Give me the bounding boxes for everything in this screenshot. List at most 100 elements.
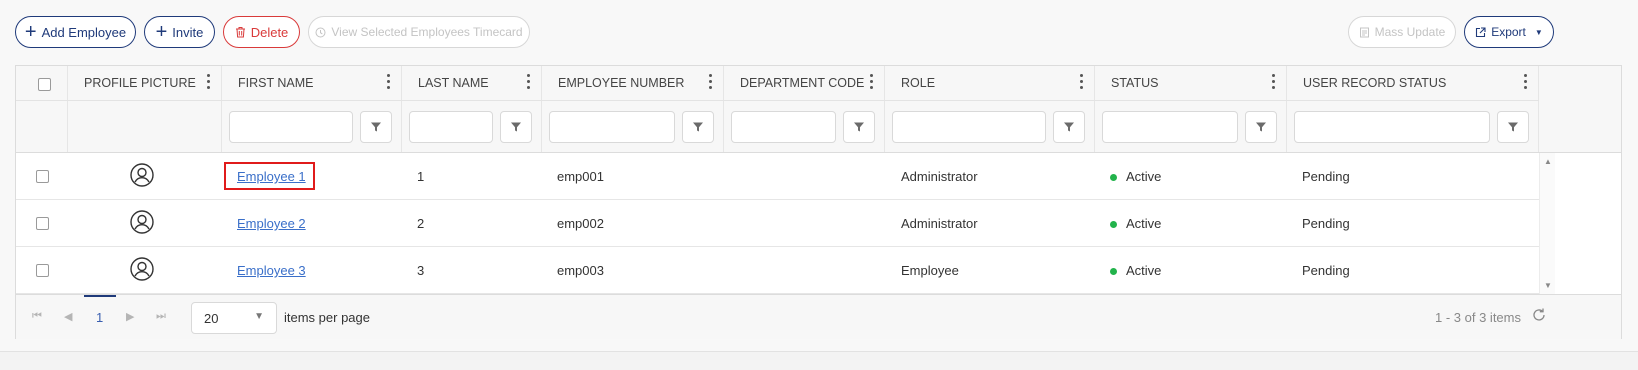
user-avatar-icon <box>130 210 154 234</box>
filter-icon[interactable] <box>1053 111 1085 143</box>
chevron-down-icon: ▼ <box>254 311 264 322</box>
employee-name-link[interactable]: Employee 2 <box>237 216 306 231</box>
last-name-cell: 2 <box>417 216 425 231</box>
mass-update-label: Mass Update <box>1374 25 1446 39</box>
filter-icon[interactable] <box>1245 111 1277 143</box>
filter-input[interactable] <box>409 111 493 143</box>
filter-input[interactable] <box>892 111 1046 143</box>
filter-input[interactable] <box>549 111 675 143</box>
filter-employee-number <box>542 101 724 152</box>
column-menu-icon[interactable] <box>387 74 391 90</box>
status-cell: Active <box>1126 169 1162 184</box>
row-checkbox[interactable] <box>36 170 49 183</box>
scroll-up-icon[interactable]: ▲ <box>1544 157 1552 166</box>
filter-role <box>885 101 1095 152</box>
header-label: FIRST NAME <box>238 76 314 90</box>
filter-input[interactable] <box>731 111 836 143</box>
filter-input[interactable] <box>1102 111 1238 143</box>
status-cell: Active <box>1126 263 1162 278</box>
add-employee-button[interactable]: + Add Employee <box>15 16 136 48</box>
last-name-cell: 3 <box>417 263 425 278</box>
role-cell: Administrator <box>901 169 978 184</box>
filter-last-name <box>402 101 542 152</box>
header-label: LAST NAME <box>418 76 489 90</box>
header-status[interactable]: STATUS <box>1095 66 1287 100</box>
current-page-indicator <box>84 295 116 297</box>
table-row[interactable]: Employee 3 3 emp003 Employee Active Pend… <box>16 247 1539 294</box>
header-label: ROLE <box>901 76 936 90</box>
filter-input[interactable] <box>229 111 353 143</box>
filter-icon[interactable] <box>682 111 714 143</box>
external-link-icon <box>1476 26 1486 37</box>
view-timecard-label: View Selected Employees Timecard <box>331 25 523 39</box>
page-size-select[interactable]: 20 ▼ <box>191 302 277 334</box>
last-page-icon[interactable]: ⏭ <box>156 310 166 323</box>
column-menu-icon[interactable] <box>1272 74 1276 90</box>
employee-panel: + Add Employee + Invite Delete View Sele… <box>0 0 1638 352</box>
first-page-icon[interactable]: ⏮ <box>32 310 42 323</box>
user-record-status-cell: Pending <box>1302 263 1350 278</box>
row-checkbox[interactable] <box>36 264 49 277</box>
header-profile-picture[interactable]: PROFILE PICTURE <box>68 66 222 100</box>
column-menu-icon[interactable] <box>207 74 211 90</box>
previous-page-icon[interactable]: ◀ <box>64 310 72 323</box>
table-row[interactable]: Employee 2 2 emp002 Administrator Active… <box>16 200 1539 247</box>
employee-number-cell: emp002 <box>557 216 604 231</box>
header-label: USER RECORD STATUS <box>1303 76 1447 90</box>
trash-icon <box>235 27 245 38</box>
scroll-down-icon[interactable]: ▼ <box>1544 281 1552 290</box>
filter-user-record-status <box>1287 101 1539 152</box>
column-menu-icon[interactable] <box>870 74 874 90</box>
header-label: DEPARTMENT CODE <box>740 76 865 90</box>
employee-name-link[interactable]: Employee 3 <box>237 263 306 278</box>
chevron-down-icon: ▼ <box>1534 27 1543 37</box>
export-button[interactable]: Export ▼ <box>1464 16 1554 48</box>
invite-button[interactable]: + Invite <box>144 16 215 48</box>
header-last-name[interactable]: LAST NAME <box>402 66 542 100</box>
column-menu-icon[interactable] <box>1080 74 1084 90</box>
select-all-checkbox[interactable] <box>38 78 51 91</box>
header-department-code[interactable]: DEPARTMENT CODE <box>724 66 885 100</box>
filter-icon[interactable] <box>500 111 532 143</box>
column-menu-icon[interactable] <box>527 74 531 90</box>
pager: ⏮ ◀ 1 ▶ ⏭ 20 ▼ items per page 1 - 3 of 3… <box>16 294 1621 339</box>
vertical-scrollbar[interactable]: ▲ ▼ <box>1539 153 1555 294</box>
employee-number-cell: emp003 <box>557 263 604 278</box>
user-record-status-cell: Pending <box>1302 216 1350 231</box>
header-first-name[interactable]: FIRST NAME <box>222 66 402 100</box>
grid-blank-area <box>1555 153 1621 294</box>
selection-highlight-box <box>224 162 315 190</box>
header-user-record-status[interactable]: USER RECORD STATUS <box>1287 66 1539 100</box>
next-page-icon[interactable]: ▶ <box>126 310 134 323</box>
role-cell: Employee <box>901 263 959 278</box>
row-checkbox[interactable] <box>36 217 49 230</box>
header-label: EMPLOYEE NUMBER <box>558 76 685 90</box>
user-avatar-icon <box>130 257 154 281</box>
add-employee-label: Add Employee <box>41 24 127 40</box>
filter-input[interactable] <box>1294 111 1490 143</box>
column-menu-icon[interactable] <box>1524 74 1528 90</box>
header-filler <box>1539 66 1621 153</box>
header-label: STATUS <box>1111 76 1159 90</box>
user-record-status-cell: Pending <box>1302 169 1350 184</box>
refresh-icon[interactable] <box>1531 307 1547 323</box>
page-number-current[interactable]: 1 <box>96 310 103 325</box>
export-label: Export <box>1491 25 1526 39</box>
delete-label: Delete <box>250 24 289 40</box>
view-timecard-button[interactable]: View Selected Employees Timecard <box>308 16 530 48</box>
filter-department-code <box>724 101 885 152</box>
filter-icon[interactable] <box>1497 111 1529 143</box>
filter-status <box>1095 101 1287 152</box>
status-cell: Active <box>1126 216 1162 231</box>
mass-update-button[interactable]: Mass Update <box>1348 16 1456 48</box>
active-status-dot <box>1110 221 1117 228</box>
role-cell: Administrator <box>901 216 978 231</box>
delete-button[interactable]: Delete <box>223 16 300 48</box>
filter-icon[interactable] <box>843 111 875 143</box>
header-employee-number[interactable]: EMPLOYEE NUMBER <box>542 66 724 100</box>
column-menu-icon[interactable] <box>709 74 713 90</box>
active-status-dot <box>1110 268 1117 275</box>
filter-icon[interactable] <box>360 111 392 143</box>
filter-row <box>16 101 1539 153</box>
header-role[interactable]: ROLE <box>885 66 1095 100</box>
